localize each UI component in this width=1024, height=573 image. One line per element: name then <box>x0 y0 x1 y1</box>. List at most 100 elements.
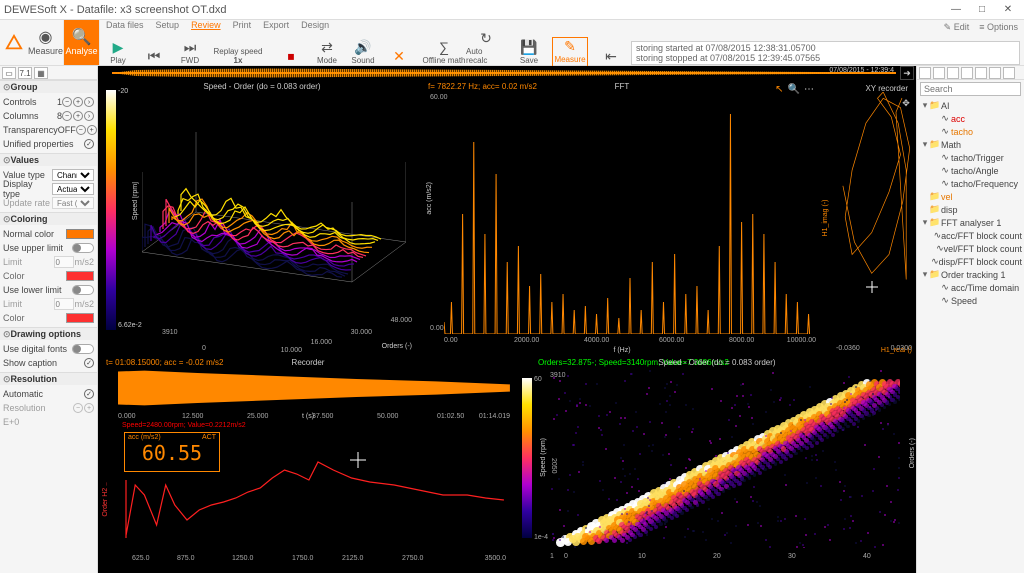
forward-button[interactable]: ⏭FWD <box>172 39 208 67</box>
tree-node[interactable]: ∿acc <box>919 112 1022 125</box>
lower-color-swatch[interactable] <box>66 313 94 323</box>
measure-button[interactable]: ✎Measure <box>552 37 588 67</box>
subtab-review[interactable]: Review <box>191 20 221 30</box>
tree-node[interactable]: ▾📁FFT analyser 1 <box>919 216 1022 229</box>
panel-tool-1[interactable]: ▭ <box>2 67 16 79</box>
plot-recorder[interactable]: t= 01:08.15000; acc = -0.02 m/s2 Recorde… <box>102 358 514 420</box>
upper-limit-toggle[interactable] <box>72 243 94 253</box>
rt-1[interactable] <box>919 67 931 79</box>
columns-more[interactable]: › <box>84 111 94 121</box>
plot-xy-recorder[interactable]: XY recorder ✥ H1_imag (-) H1_real () -0.… <box>822 82 914 354</box>
tree-node[interactable]: 📁vel <box>919 190 1022 203</box>
transp-dec[interactable]: − <box>76 125 86 135</box>
maximize-button[interactable]: □ <box>970 2 994 18</box>
lower-limit-input[interactable] <box>54 298 74 310</box>
left-panel: ▭ 7.1 ▦ Group Controls1−+› Columns8−+› T… <box>0 66 98 573</box>
tree-node[interactable]: ∿disp/FFT block count <box>919 255 1022 268</box>
minimize-button[interactable]: — <box>944 2 968 18</box>
subtab-design[interactable]: Design <box>301 20 329 30</box>
tree-node[interactable]: ∿tacho <box>919 125 1022 138</box>
display-type-select[interactable]: Actual <box>52 183 94 195</box>
xy-chart <box>836 92 912 342</box>
controls-dec[interactable]: − <box>62 97 72 107</box>
message-log: storing started at 07/08/2015 12:38:31.0… <box>631 41 1020 65</box>
columns-dec[interactable]: − <box>62 111 72 121</box>
timeline-strip[interactable]: 07/08/2015 - 12:39:4 ➜ <box>98 66 916 80</box>
subtab-datafiles[interactable]: Data files <box>106 20 144 30</box>
tree-node[interactable]: ∿tacho/Trigger <box>919 151 1022 164</box>
brush-icon: ✎ <box>564 38 576 55</box>
play-button[interactable]: ▶Play <box>100 39 136 67</box>
section-group-header[interactable]: Group <box>0 80 97 93</box>
unified-checkbox[interactable]: ✓ <box>84 139 94 149</box>
plot-3d-title: Speed - Order (do = 0.083 order) <box>102 82 422 92</box>
plot-3d-waterfall[interactable]: Speed - Order (do = 0.083 order) -20 6.6… <box>102 82 422 354</box>
sound-button[interactable]: 🔊Sound <box>345 39 381 67</box>
rewind-icon: ⏮ <box>148 48 161 65</box>
tree-node[interactable]: ▾📁Math <box>919 138 1022 151</box>
recalc-icon: ↻ <box>480 30 492 47</box>
channel-tree: ▾📁AI∿acc∿tacho▾📁Math∿tacho/Trigger∿tacho… <box>917 98 1024 308</box>
tree-node[interactable]: ∿tacho/Frequency <box>919 177 1022 190</box>
tree-node[interactable]: 📁disp <box>919 203 1022 216</box>
tree-node[interactable]: ∿acc/Time domain <box>919 281 1022 294</box>
plot-fft[interactable]: f= 7822.27 Hz; acc= 0.02 m/s2 FFT ↖ 🔍 ⋯ … <box>424 82 820 354</box>
subtab-setup[interactable]: Setup <box>156 20 180 30</box>
plot-area: 07/08/2015 - 12:39:4 ➜ Speed - Order (do… <box>98 66 916 573</box>
section-resolution-header[interactable]: Resolution <box>0 372 97 385</box>
rpm-chart <box>120 430 510 550</box>
edit-link[interactable]: ✎ Edit <box>944 22 970 33</box>
controls-inc[interactable]: + <box>73 97 83 107</box>
rt-3[interactable] <box>947 67 959 79</box>
rt-4[interactable] <box>961 67 973 79</box>
lower-limit-toggle[interactable] <box>72 285 94 295</box>
rewind-button[interactable]: ⏮ <box>136 48 172 67</box>
section-values-header[interactable]: Values <box>0 153 97 166</box>
close-button[interactable]: ✕ <box>996 2 1020 18</box>
mute-button[interactable]: ✕ <box>381 48 417 67</box>
section-drawopt-header[interactable]: Drawing options <box>0 327 97 340</box>
rt-2[interactable] <box>933 67 945 79</box>
value-type-select[interactable]: Channel <box>52 169 94 181</box>
tree-node[interactable]: ∿acc/FFT block count <box>919 229 1022 242</box>
mode-analyse-tab[interactable]: 🔍 Analyse <box>64 20 100 65</box>
stop-button[interactable]: ⏹ <box>273 48 309 67</box>
upper-color-swatch[interactable] <box>66 271 94 281</box>
replay-speed[interactable]: Replay speed1x <box>208 47 268 67</box>
auto-res-checkbox[interactable]: ✓ <box>84 389 94 399</box>
save-button[interactable]: 💾Save <box>511 39 547 67</box>
subtab-export[interactable]: Export <box>263 20 289 30</box>
rt-7[interactable] <box>1003 67 1015 79</box>
upper-limit-input[interactable] <box>54 256 74 268</box>
columns-inc[interactable]: + <box>73 111 83 121</box>
plot-rpm-order[interactable]: Speed=2480.00rpm; Value=0.2212m/s2 acc (… <box>102 422 514 562</box>
tree-node[interactable]: ∿tacho/Angle <box>919 164 1022 177</box>
goto-start-button[interactable]: ⇤ <box>593 48 629 67</box>
controls-more[interactable]: › <box>84 97 94 107</box>
mode-button[interactable]: ⇄Mode <box>309 39 345 67</box>
panel-tool-3[interactable]: ▦ <box>34 67 48 79</box>
timeline-timestamp: 07/08/2015 - 12:39:4 <box>829 67 894 74</box>
auto-recalc-button[interactable]: ↻Auto recalc <box>466 30 506 67</box>
ribbon: ◉ Measure 🔍 Analyse Data files Setup Rev… <box>0 20 1024 66</box>
plot-spectrogram[interactable]: 60 1e-4 Orders=32.875-; Speed=3140rpm; V… <box>518 358 916 562</box>
tree-node[interactable]: ∿Speed <box>919 294 1022 307</box>
tree-node[interactable]: ▾📁AI <box>919 99 1022 112</box>
tree-node[interactable]: ∿vel/FFT block count <box>919 242 1022 255</box>
rt-6[interactable] <box>989 67 1001 79</box>
rt-5[interactable] <box>975 67 987 79</box>
digital-font-toggle[interactable] <box>72 344 94 354</box>
offline-math-button[interactable]: ∑Offline math <box>422 39 466 67</box>
panel-tool-2[interactable]: 7.1 <box>18 67 32 79</box>
transp-inc[interactable]: + <box>87 125 97 135</box>
subtab-print[interactable]: Print <box>233 20 252 30</box>
caption-checkbox[interactable]: ✓ <box>84 358 94 368</box>
spectrogram-canvas <box>548 370 900 548</box>
tree-node[interactable]: ▾📁Order tracking 1 <box>919 268 1022 281</box>
timeline-next-button[interactable]: ➜ <box>900 66 914 80</box>
search-input[interactable] <box>920 82 1021 96</box>
normal-color-swatch[interactable] <box>66 229 94 239</box>
section-coloring-header[interactable]: Coloring <box>0 212 97 225</box>
options-link[interactable]: ≡ Options <box>979 22 1018 33</box>
mode-measure-tab[interactable]: ◉ Measure <box>28 20 64 65</box>
